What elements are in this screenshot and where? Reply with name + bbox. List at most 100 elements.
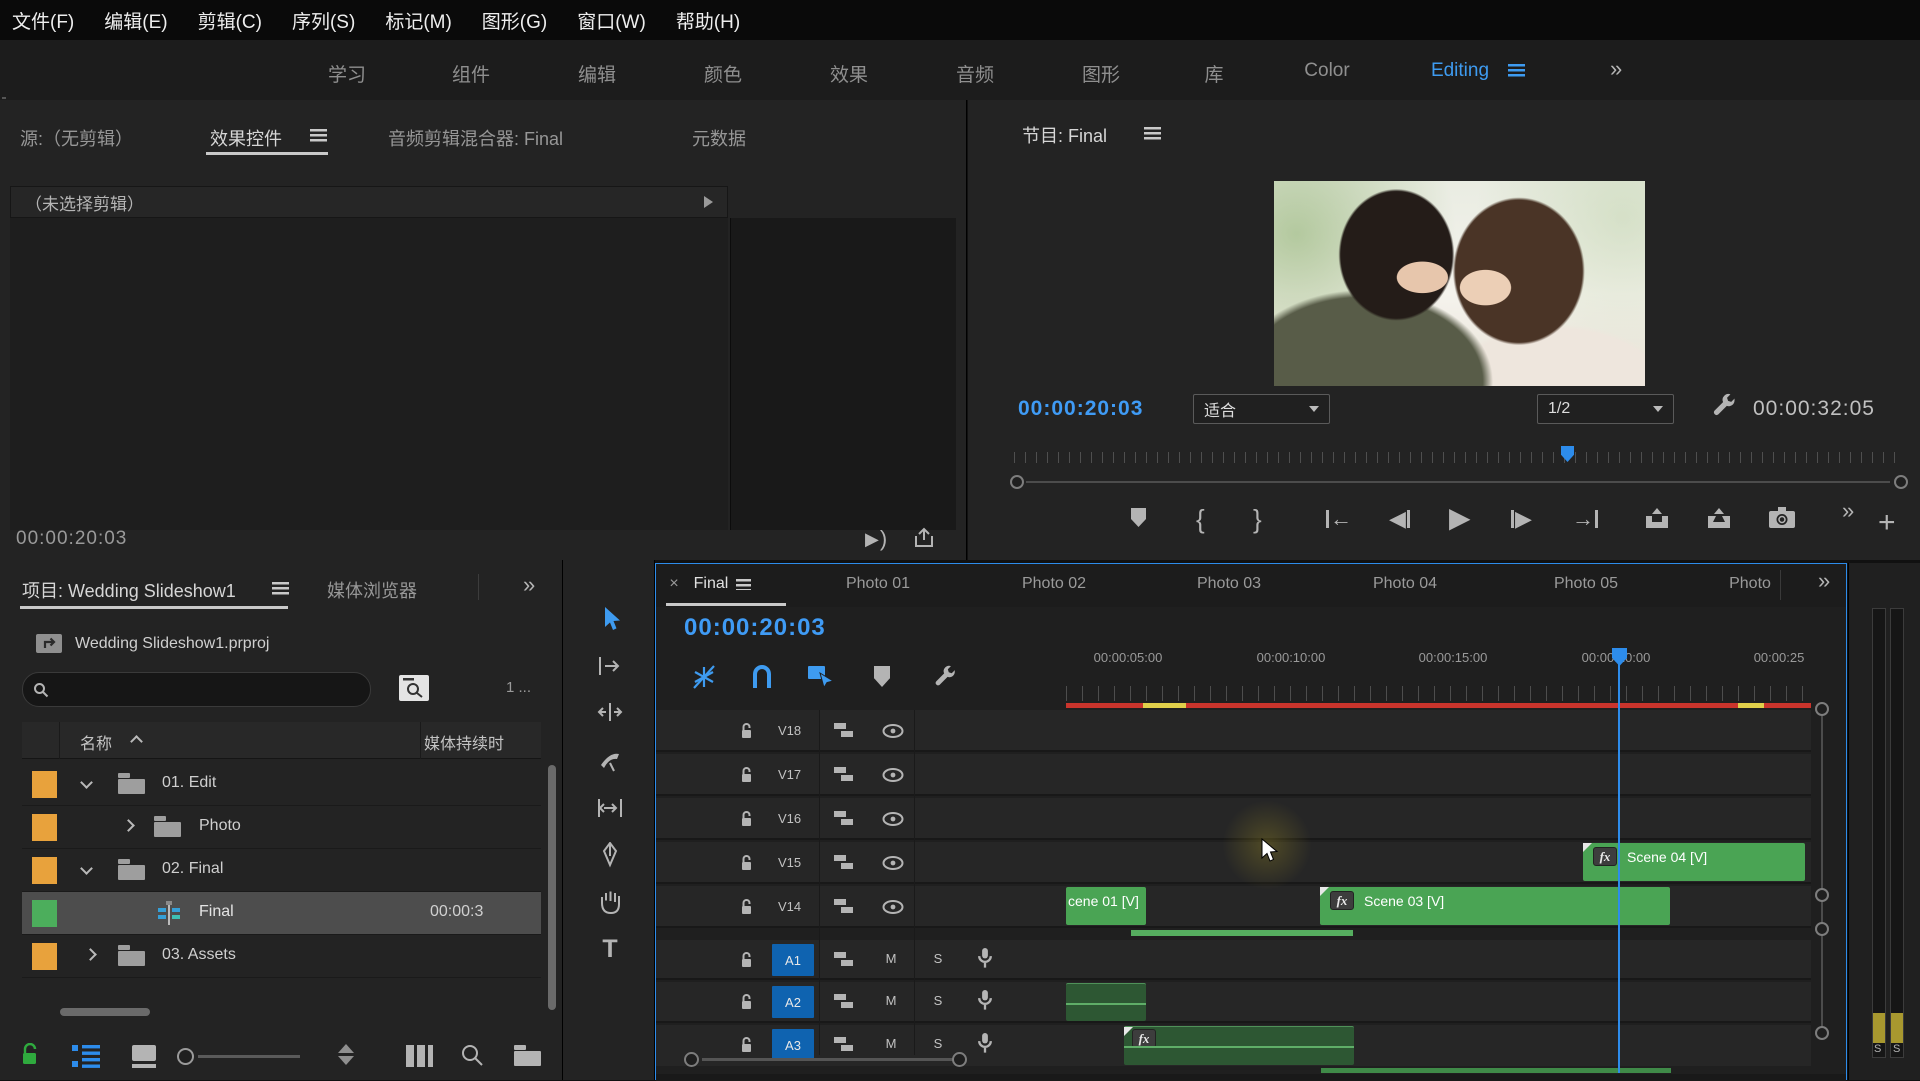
track-name[interactable]: V15 <box>778 855 801 870</box>
tab-metadata[interactable]: 元数据 <box>692 125 746 151</box>
play-button[interactable]: ▶ <box>1449 504 1471 532</box>
track-output-eye-icon[interactable] <box>882 724 904 738</box>
mute-button[interactable]: M <box>880 951 902 966</box>
go-to-in-icon[interactable]: ← <box>1326 508 1352 530</box>
project-writable-lock-icon[interactable] <box>20 1043 40 1067</box>
tab-photo-06-truncated[interactable]: Photo <box>1729 575 1771 593</box>
step-forward-icon[interactable]: ▶ <box>1511 508 1532 530</box>
voiceover-mic-icon[interactable] <box>978 1033 992 1055</box>
hand-tool[interactable] <box>596 888 624 916</box>
lock-open-icon[interactable] <box>739 766 754 784</box>
freeform-view-icon[interactable] <box>406 1045 434 1067</box>
ripple-edit-tool[interactable] <box>596 698 624 726</box>
add-button-icon[interactable]: + <box>1878 508 1896 538</box>
zoom-level-select[interactable]: 适合 <box>1193 394 1330 424</box>
column-duration-header[interactable]: 媒体持续时 <box>424 730 539 754</box>
bin-row-01-edit[interactable]: 01. Edit <box>22 763 541 806</box>
bin-row-photo[interactable]: Photo <box>22 806 541 849</box>
lock-open-icon[interactable] <box>739 898 754 916</box>
v-scroll-handle[interactable] <box>1815 888 1829 902</box>
zoom-slider-track[interactable] <box>198 1055 300 1058</box>
tab-effect-controls[interactable]: 效果控件 <box>210 125 282 151</box>
aud​io-clip-with-fx[interactable]: fx <box>1124 1026 1354 1065</box>
timeline-v-scroll-track[interactable] <box>1821 716 1823 1036</box>
track-row-v14[interactable]: V14 cene 01 [V] fx Scene 03 [V] <box>656 886 1811 928</box>
label-color-swatch[interactable] <box>32 900 57 927</box>
timeline-settings-wrench-icon[interactable] <box>932 664 958 690</box>
add-marker-icon[interactable] <box>1131 508 1146 527</box>
sequence-row-final-selected[interactable]: Final 00:00:3 <box>22 892 541 935</box>
lock-open-icon[interactable] <box>739 993 754 1011</box>
timeline-overflow-icon[interactable]: » <box>1818 568 1830 594</box>
workspace-tab-learning[interactable]: 学习 <box>328 60 366 87</box>
meter-solo-left[interactable]: S <box>1874 1043 1881 1055</box>
track-output-eye-icon[interactable] <box>882 768 904 782</box>
track-name[interactable]: V14 <box>778 899 801 914</box>
menu-clip[interactable]: 剪辑(C) <box>198 7 262 34</box>
h-scroll-right-handle[interactable] <box>952 1052 967 1067</box>
expand-triangle-icon[interactable] <box>704 196 713 208</box>
timeline-add-marker-icon[interactable] <box>874 666 890 687</box>
effect-controls-menu-icon[interactable] <box>310 129 327 142</box>
solo-button[interactable]: S <box>927 993 949 1008</box>
solo-button[interactable]: S <box>927 951 949 966</box>
label-color-swatch[interactable] <box>32 771 57 798</box>
menu-help[interactable]: 帮助(H) <box>676 7 740 34</box>
voiceover-mic-icon[interactable] <box>978 948 992 970</box>
export-frame-camera-icon[interactable] <box>1768 506 1796 530</box>
lock-open-icon[interactable] <box>739 854 754 872</box>
menu-sequence[interactable]: 序列(S) <box>292 7 355 34</box>
track-output-eye-icon[interactable] <box>882 856 904 870</box>
v-scroll-handle[interactable] <box>1815 1026 1829 1040</box>
play-around-icon[interactable]: ▶) <box>865 528 887 550</box>
workspace-tab-audio[interactable]: 音频 <box>956 60 994 87</box>
voiceover-mic-icon[interactable] <box>978 990 992 1012</box>
sync-lock-icon[interactable] <box>834 722 854 738</box>
solo-button[interactable]: S <box>927 1036 949 1051</box>
track-name[interactable]: V17 <box>778 767 801 782</box>
clip-scene-01[interactable]: cene 01 [V] <box>1066 887 1146 925</box>
track-output-eye-icon[interactable] <box>882 812 904 826</box>
audio-clip-scene-01[interactable] <box>1066 983 1146 1021</box>
program-scrollbar-right-handle[interactable] <box>1894 475 1908 489</box>
track-select-forward-tool[interactable] <box>596 652 624 680</box>
icon-view-icon[interactable] <box>132 1045 156 1068</box>
mute-button[interactable]: M <box>880 993 902 1008</box>
project-menu-icon[interactable] <box>272 582 289 595</box>
v-scroll-handle[interactable] <box>1815 702 1829 716</box>
label-color-swatch[interactable] <box>32 814 57 841</box>
selection-tool[interactable] <box>596 605 624 633</box>
type-tool[interactable]: T <box>596 935 624 963</box>
tab-program-monitor[interactable]: 节目: Final <box>1022 122 1107 148</box>
bin-row-02-final[interactable]: 02. Final <box>22 849 541 892</box>
snap-magnet-icon[interactable] <box>751 664 773 689</box>
v-scroll-handle[interactable] <box>1815 922 1829 936</box>
transport-overflow-icon[interactable]: » <box>1842 498 1854 524</box>
track-target-a1[interactable]: A1 <box>772 944 814 976</box>
timeline-timecode[interactable]: 00:00:20:03 <box>684 614 826 642</box>
lift-icon[interactable] <box>1644 506 1670 530</box>
pen-tool[interactable] <box>596 841 624 869</box>
sync-lock-icon[interactable] <box>834 898 854 914</box>
workspace-tab-color[interactable]: Color <box>1304 60 1349 82</box>
project-filename[interactable]: Wedding Slideshow1.prproj <box>75 635 269 653</box>
track-target-a3[interactable]: A3 <box>772 1029 814 1061</box>
project-overflow-icon[interactable]: » <box>523 572 535 598</box>
tab-photo-01[interactable]: Photo 01 <box>846 575 910 593</box>
sort-icon[interactable] <box>338 1044 354 1065</box>
linked-selection-icon[interactable] <box>808 664 836 689</box>
tab-audio-clip-mixer[interactable]: 音频剪辑混合器: Final <box>388 125 563 151</box>
razor-tool[interactable] <box>596 747 624 775</box>
expander-open-icon[interactable] <box>80 776 93 789</box>
search-input[interactable] <box>22 672 371 707</box>
workspace-tab-library[interactable]: 库 <box>1204 60 1223 87</box>
menu-file[interactable]: 文件(F) <box>12 7 74 34</box>
workspace-tab-graphics[interactable]: 图形 <box>1082 60 1120 87</box>
sync-lock-icon[interactable] <box>834 810 854 826</box>
find-icon[interactable] <box>460 1043 484 1067</box>
sync-lock-icon[interactable] <box>834 993 854 1009</box>
meter-solo-right[interactable]: S <box>1893 1043 1900 1055</box>
extract-icon[interactable] <box>1706 506 1732 530</box>
lock-open-icon[interactable] <box>739 1036 754 1054</box>
mute-button[interactable]: M <box>880 1036 902 1051</box>
